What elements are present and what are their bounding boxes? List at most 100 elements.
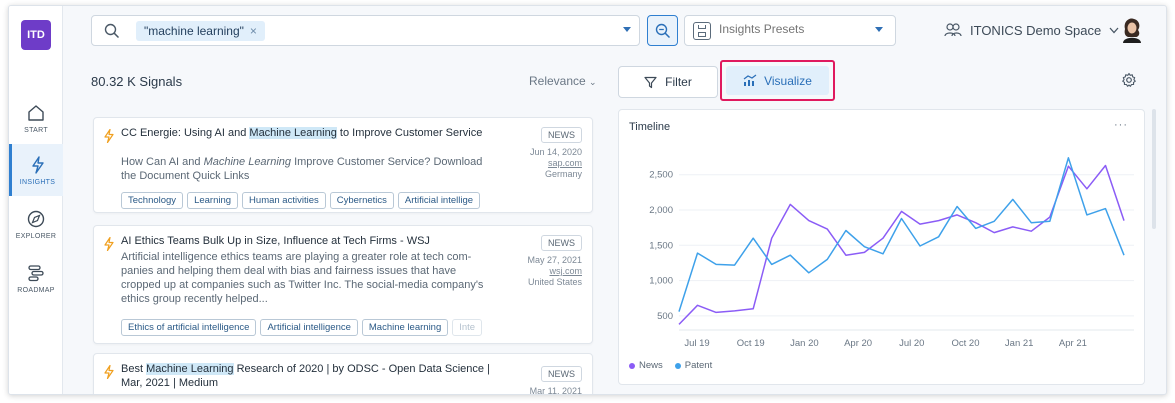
search-chip[interactable]: "machine learning" × <box>136 21 265 41</box>
chevron-down-icon[interactable] <box>623 27 631 32</box>
title-highlight: Machine Learning <box>146 363 234 375</box>
zoom-search-icon <box>655 23 670 38</box>
signal-country: Germany <box>544 169 582 179</box>
chip-remove-icon[interactable]: × <box>250 24 257 38</box>
x-tick-label: Apr 21 <box>1059 338 1087 349</box>
title-highlight: Machine Learning <box>249 127 337 139</box>
tag[interactable]: Ethics of artificial intelligence <box>121 319 257 336</box>
scrollbar[interactable] <box>1152 109 1156 229</box>
roadmap-icon <box>28 264 44 281</box>
compass-icon <box>27 210 45 227</box>
signal-card[interactable]: Best Machine Learning Research of 2020 |… <box>93 353 593 394</box>
y-tick-label: 1,500 <box>649 240 673 251</box>
search-input[interactable]: "machine learning" × <box>91 15 640 46</box>
series-line-patent <box>678 157 1125 312</box>
chevron-down-icon[interactable] <box>875 27 883 32</box>
y-tick-label: 1,000 <box>649 276 673 287</box>
signal-title[interactable]: Best Machine Learning Research of 2020 |… <box>121 362 501 390</box>
visualize-button[interactable]: Visualize <box>726 66 829 95</box>
signal-snippet: Artificial intelligence ethics teams are… <box>121 251 484 305</box>
signal-meta: Jun 14, 2020 sap.com Germany <box>530 147 582 180</box>
y-tick-label: 2,500 <box>649 170 673 181</box>
tag-list: Ethics of artificial intelligence Artifi… <box>121 319 491 336</box>
bolt-icon <box>31 155 44 174</box>
x-tick-label: Jan 21 <box>1005 338 1034 349</box>
sort-select[interactable]: Relevance ⌄ <box>529 74 597 88</box>
x-tick-label: Jul 20 <box>899 338 924 349</box>
tag[interactable]: Technology <box>121 192 184 209</box>
home-icon <box>28 104 44 121</box>
snippet-text: How Can AI and <box>121 156 204 168</box>
signal-source-link[interactable]: wsj.com <box>527 266 582 277</box>
legend-label: News <box>639 360 663 371</box>
search-submit-button[interactable] <box>647 15 678 46</box>
tag[interactable]: Machine learning <box>361 319 449 336</box>
app-logo[interactable]: ITD <box>21 20 51 50</box>
filter-label: Filter <box>665 75 692 89</box>
sidebar-item-label: INSIGHTS <box>19 178 56 186</box>
save-icon <box>693 22 711 40</box>
tag[interactable]: Human activities <box>242 192 326 209</box>
tag[interactable]: Cybernetics <box>329 192 394 209</box>
signal-card[interactable]: AI Ethics Teams Bulk Up in Size, Influen… <box>93 225 593 344</box>
sort-label: Relevance <box>529 74 586 88</box>
sidebar-item-insights[interactable]: INSIGHTS <box>9 144 63 196</box>
search-chip-label: "machine learning" <box>144 24 244 38</box>
tag[interactable]: Inte <box>452 319 483 336</box>
team-icon <box>944 23 962 37</box>
avatar[interactable] <box>1120 17 1144 43</box>
chart-legend: News Patent <box>629 360 712 371</box>
presets-input[interactable] <box>719 22 869 36</box>
app-window: ITD START INSIGHTS EXPLORER ROADMAP "mac… <box>8 5 1167 395</box>
title-text: CC Energie: Using AI and <box>121 127 250 139</box>
search-icon <box>104 23 120 39</box>
signal-meta: Mar 11, 2021 <box>530 386 582 394</box>
x-tick-label: Apr 20 <box>844 338 872 349</box>
signal-title[interactable]: CC Energie: Using AI and Machine Learnin… <box>121 126 501 140</box>
signal-country: United States <box>527 277 582 287</box>
signal-date: May 27, 2021 <box>527 255 582 265</box>
legend-item-news[interactable]: News <box>629 360 663 371</box>
tag[interactable]: Artificial intellige <box>397 192 481 209</box>
title-text: to Improve Customer Service <box>336 127 483 139</box>
bolt-icon <box>104 365 114 379</box>
y-tick-label: 2,000 <box>649 205 673 216</box>
type-badge: NEWS <box>541 366 582 382</box>
tag[interactable]: Artificial intelligence <box>260 319 358 336</box>
sidebar-item-label: EXPLORER <box>15 232 57 240</box>
timeline-chart: 500 1,000 1,500 2,000 2,500 Jul 19 Oct 19 Jan 2… <box>649 157 1134 349</box>
workspace-switcher[interactable]: ITONICS Demo Space <box>944 20 1119 40</box>
sidebar-item-label: START <box>24 126 48 134</box>
type-badge: NEWS <box>541 127 582 143</box>
signal-snippet: How Can AI and Machine Learning Improve … <box>121 155 491 183</box>
legend-dot <box>674 362 681 369</box>
signal-source-link[interactable]: sap.com <box>530 158 582 169</box>
y-tick-label: 500 <box>657 311 673 322</box>
gear-icon[interactable] <box>1121 72 1137 88</box>
signal-title[interactable]: AI Ethics Teams Bulk Up in Size, Influen… <box>121 234 501 248</box>
sidebar: ITD START INSIGHTS EXPLORER ROADMAP <box>9 6 63 394</box>
type-badge: NEWS <box>541 235 582 251</box>
sidebar-item-roadmap[interactable]: ROADMAP <box>9 252 63 304</box>
timeline-title: Timeline <box>629 121 671 133</box>
visualize-label: Visualize <box>764 73 812 88</box>
sidebar-item-start[interactable]: START <box>9 92 63 144</box>
sidebar-item-explorer[interactable]: EXPLORER <box>9 198 63 250</box>
signal-meta: May 27, 2021 wsj.com United States <box>527 255 582 288</box>
tag[interactable]: Learning <box>187 192 239 209</box>
signal-count: 80.32 K Signals <box>91 74 183 89</box>
insights-presets-select[interactable] <box>684 15 896 46</box>
filter-icon <box>644 76 657 88</box>
bolt-icon <box>104 237 114 251</box>
x-tick-label: Jul 19 <box>684 338 709 349</box>
title-text: Best <box>121 363 147 375</box>
legend-item-patent[interactable]: Patent <box>674 360 713 371</box>
chart-icon <box>743 74 757 86</box>
more-options-icon[interactable]: ··· <box>1114 119 1128 131</box>
legend-label: Patent <box>684 360 713 371</box>
tag-list: Technology Learning Human activities Cyb… <box>121 192 581 209</box>
bolt-icon <box>104 129 114 143</box>
filter-button[interactable]: Filter <box>618 66 718 98</box>
signal-card[interactable]: CC Energie: Using AI and Machine Learnin… <box>93 117 593 213</box>
chevron-down-icon <box>1109 27 1119 33</box>
